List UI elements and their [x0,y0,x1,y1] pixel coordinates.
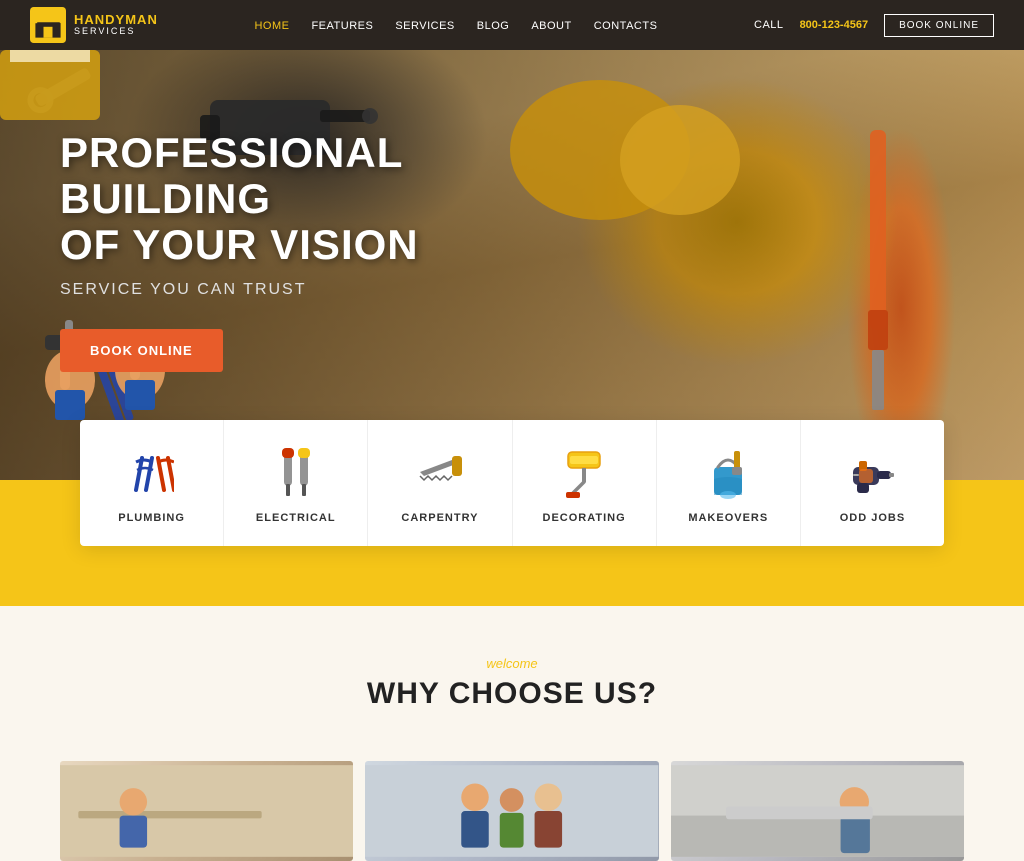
why-section: welcome WHY CHOOSE US? [0,606,1024,741]
service-electrical[interactable]: ELECTRICAL [224,420,368,546]
carpentry-icon [414,448,466,500]
odd-jobs-icon [846,448,898,500]
hero-content: PROFESSIONAL BUILDING OF YOUR VISION SER… [0,50,550,452]
bottom-image-3 [671,761,964,861]
hero-subtitle: SERVICE YOU CAN TRUST [60,281,490,299]
makeovers-icon [702,448,754,500]
services-bar-wrapper: PLUMBING ELECTRICAL [0,480,1024,606]
carpentry-label: CARPENTRY [401,512,478,524]
logo[interactable]: HANDYMAN SERVICES [30,7,158,43]
service-plumbing[interactable]: PLUMBING [80,420,224,546]
services-card: PLUMBING ELECTRICAL [80,420,944,546]
service-carpentry[interactable]: CARPENTRY [368,420,512,546]
logo-icon [30,7,66,43]
nav-contacts[interactable]: CONTACTS [594,20,658,32]
nav-blog[interactable]: BLOG [477,20,510,32]
plumbing-label: PLUMBING [118,512,185,524]
nav-links: HOME FEATURES SERVICES BLOG ABOUT CONTAC… [254,16,657,34]
decorating-icon [558,448,610,500]
call-label: CALL [754,19,784,31]
bottom-images [0,741,1024,861]
why-title: WHY CHOOSE US? [60,677,964,711]
electrical-icon [270,448,322,500]
bottom-image-1 [60,761,353,861]
plumbing-icon [126,448,178,500]
nav-features[interactable]: FEATURES [311,20,373,32]
hero-book-button[interactable]: BOOK ONLINE [60,329,223,372]
phone-number[interactable]: 800-123-4567 [800,19,869,31]
service-odd-jobs[interactable]: ODD JOBS [801,420,944,546]
electrical-label: ELECTRICAL [256,512,336,524]
hero-title: PROFESSIONAL BUILDING OF YOUR VISION [60,130,490,269]
nav-right: CALL 800-123-4567 BOOK ONLINE [754,14,994,37]
service-decorating[interactable]: DECORATING [513,420,657,546]
decorating-label: DECORATING [543,512,626,524]
logo-brand: HANDYMAN [74,13,158,27]
logo-sub: SERVICES [74,27,158,37]
nav-services[interactable]: SERVICES [395,20,454,32]
book-online-nav-button[interactable]: BOOK ONLINE [884,14,994,37]
odd-jobs-label: ODD JOBS [840,512,905,524]
service-makeovers[interactable]: MAKEOVERS [657,420,801,546]
nav-about[interactable]: ABOUT [531,20,571,32]
hero-section: PROFESSIONAL BUILDING OF YOUR VISION SER… [0,50,1024,480]
makeovers-label: MAKEOVERS [688,512,768,524]
bottom-image-2 [365,761,658,861]
why-welcome: welcome [60,656,964,671]
navbar: HANDYMAN SERVICES HOME FEATURES SERVICES… [0,0,1024,50]
nav-home[interactable]: HOME [254,20,289,32]
logo-text: HANDYMAN SERVICES [74,13,158,37]
